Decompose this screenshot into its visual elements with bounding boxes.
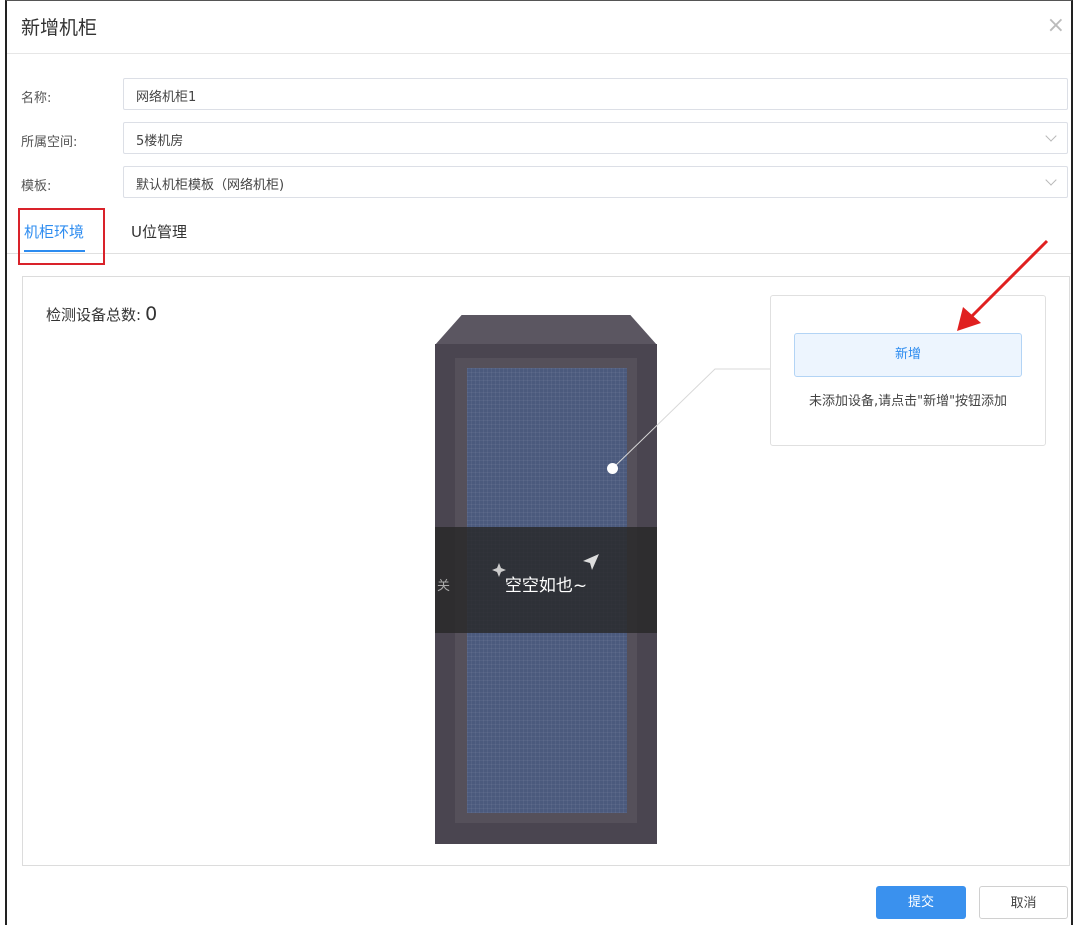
dialog-title: 新增机柜 [21, 17, 98, 39]
cabinet-environment-panel: 检测设备总数: 0 关 空空如也~ 新增 未添加设备,请点击"新增"按钮添加 [22, 276, 1070, 866]
space-label: 所属空间: [21, 135, 78, 150]
add-cabinet-dialog: 新增机柜 × 名称: 网络机柜1 所属空间: 5楼机房 模板: 默认机柜模板（网… [5, 0, 1073, 925]
name-label: 名称: [21, 91, 52, 106]
cancel-button[interactable]: 取消 [979, 886, 1068, 919]
add-button[interactable]: 新增 [794, 333, 1022, 377]
chevron-down-icon [1045, 174, 1057, 186]
empty-hint: 未添加设备,请点击"新增"按钮添加 [808, 394, 1008, 409]
close-icon[interactable]: × [1047, 13, 1065, 38]
tab-bar: 机柜环境 U位管理 [7, 206, 1071, 254]
add-device-card: 新增 未添加设备,请点击"新增"按钮添加 [770, 295, 1046, 446]
submit-button[interactable]: 提交 [876, 886, 966, 919]
space-row: 所属空间: 5楼机房 [7, 122, 1071, 156]
tab-u-position-management[interactable]: U位管理 [131, 221, 187, 242]
chevron-down-icon [1045, 130, 1057, 142]
template-select-value: 默认机柜模板（网络机柜) [136, 178, 285, 193]
name-input[interactable]: 网络机柜1 [123, 78, 1068, 110]
empty-overlay: 关 空空如也~ [435, 527, 657, 633]
highlight-box [18, 208, 105, 265]
empty-text: 空空如也~ [504, 576, 588, 596]
name-row: 名称: 网络机柜1 [7, 78, 1071, 112]
name-input-value: 网络机柜1 [136, 90, 197, 105]
space-select[interactable]: 5楼机房 [123, 122, 1068, 154]
connector-dot [607, 463, 618, 474]
dialog-header: 新增机柜 × [7, 1, 1071, 54]
space-select-value: 5楼机房 [136, 134, 184, 149]
template-row: 模板: 默认机柜模板（网络机柜) [7, 166, 1071, 200]
template-label: 模板: [21, 179, 52, 194]
template-select[interactable]: 默认机柜模板（网络机柜) [123, 166, 1068, 198]
